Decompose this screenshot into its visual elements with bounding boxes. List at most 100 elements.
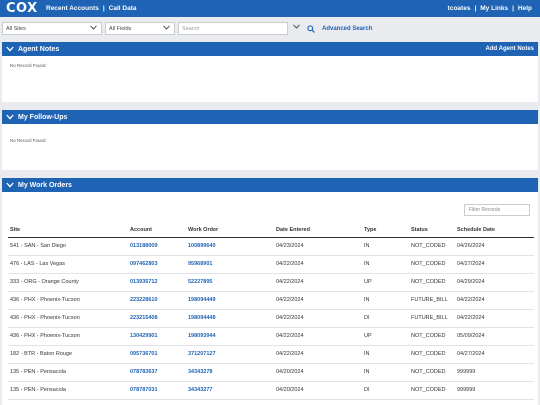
table-row[interactable]: 436 - PHX - Phoenix-Tucson 130429901 19809…	[8, 327, 534, 346]
work-order-link[interactable]: 371207127	[186, 345, 274, 364]
field-select[interactable]: All Fields	[105, 22, 175, 35]
table-row[interactable]: 333 - ORG - Orange County 013935712 522278…	[8, 273, 534, 292]
filter-records-input[interactable]: Filter Records	[464, 204, 530, 216]
work-order-link[interactable]: 95968901	[186, 255, 274, 274]
work-order-link[interactable]: 34343278	[186, 363, 274, 382]
table-row[interactable]: 476 - LAS - Las Vegas 097462803 95968901 04…	[8, 255, 534, 274]
search-placeholder: Search	[182, 25, 200, 32]
account-link[interactable]: 013188009	[128, 237, 186, 256]
work-order-link[interactable]: 198094448	[186, 309, 274, 328]
date-entered-cell: 04/22/2024	[274, 255, 362, 274]
work-order-link[interactable]: 198093944	[186, 327, 274, 346]
work-order-link[interactable]: 198094449	[186, 291, 274, 310]
search-icon	[307, 20, 315, 38]
table-row[interactable]: 436 - PHX - Phoenix-Tucson 223228610 19809…	[8, 291, 534, 310]
schedule-date-cell: 04/26/2024	[455, 237, 534, 256]
type-cell: IN	[362, 291, 409, 310]
schedule-date-cell: 999999	[455, 381, 534, 400]
type-cell: DI	[362, 309, 409, 328]
advanced-search-link[interactable]: Advanced Search	[322, 26, 372, 32]
schedule-date-cell: 999999	[455, 363, 534, 382]
date-entered-cell: 04/22/2024	[274, 327, 362, 346]
status-cell: NOT_CODED	[409, 273, 455, 292]
chevron-down-icon[interactable]	[6, 45, 14, 53]
schedule-date-cell: 04/27/2024	[455, 345, 534, 364]
account-link[interactable]: 078783637	[128, 363, 186, 382]
help-link[interactable]: Help	[518, 5, 532, 12]
status-cell: NOT_CODED	[409, 255, 455, 274]
work-orders-table: Site Account Work Order Date Entered Typ…	[8, 224, 534, 400]
account-link[interactable]: 223215408	[128, 309, 186, 328]
status-cell: NOT_CODED	[409, 327, 455, 346]
schedule-date-cell: 04/27/2024	[455, 255, 534, 274]
work-order-link[interactable]: 52227895	[186, 273, 274, 292]
top-nav: Recent Accounts | Call Data	[46, 5, 137, 12]
follow-ups-panel: My Follow-Ups No Record Found	[2, 110, 538, 170]
chevron-down-icon	[163, 25, 170, 32]
follow-ups-empty-text: No Record Found	[10, 138, 46, 143]
site-select-value: All Sites	[6, 25, 26, 32]
site-select[interactable]: All Sites	[2, 22, 102, 35]
cox-logo[interactable]: COX	[6, 1, 40, 16]
work-orders-panel: My Work Orders Filter Records Site Accou…	[2, 178, 538, 405]
search-input[interactable]: Search	[178, 22, 288, 35]
nav-call-data[interactable]: Call Data	[109, 5, 137, 12]
account-link[interactable]: 013935712	[128, 273, 186, 292]
nav-separator: |	[512, 5, 514, 12]
work-orders-header[interactable]: My Work Orders	[2, 178, 538, 192]
type-cell: UP	[362, 327, 409, 346]
agent-notes-empty-text: No Record Found	[10, 63, 46, 68]
my-links-link[interactable]: My Links	[480, 5, 508, 12]
account-link[interactable]: 130429901	[128, 327, 186, 346]
account-link[interactable]: 223228610	[128, 291, 186, 310]
schedule-date-cell: 04/29/2024	[455, 273, 534, 292]
column-header-date-entered[interactable]: Date Entered	[274, 224, 362, 238]
column-header-site[interactable]: Site	[8, 224, 128, 238]
follow-ups-header[interactable]: My Follow-Ups	[2, 110, 538, 124]
column-header-work-order[interactable]: Work Order	[186, 224, 274, 238]
search-button[interactable]	[305, 23, 317, 35]
table-header-row: Site Account Work Order Date Entered Typ…	[8, 224, 534, 238]
column-header-account[interactable]: Account	[128, 224, 186, 238]
agent-notes-title: Agent Notes	[18, 45, 60, 53]
agent-notes-header[interactable]: Agent Notes Add Agent Notes	[2, 42, 538, 56]
work-order-link[interactable]: 34343277	[186, 381, 274, 400]
account-link[interactable]: 097462803	[128, 255, 186, 274]
schedule-date-cell: 05/09/2024	[455, 327, 534, 346]
date-entered-cell: 04/20/2024	[274, 381, 362, 400]
column-header-status[interactable]: Status	[409, 224, 455, 238]
date-entered-cell: 04/22/2024	[274, 309, 362, 328]
table-row[interactable]: 135 - PEN - Pensacola 078783637 34343278 04…	[8, 363, 534, 382]
chevron-down-icon	[293, 24, 300, 31]
site-cell: 436 - PHX - Phoenix-Tucson	[8, 309, 128, 328]
date-entered-cell: 04/22/2024	[274, 291, 362, 310]
account-link[interactable]: 078787031	[128, 381, 186, 400]
add-agent-notes-button[interactable]: Add Agent Notes	[486, 46, 534, 52]
table-row[interactable]: 541 - SAN - San Diego 013188009 100899640 0…	[8, 237, 534, 256]
date-entered-cell: 04/20/2024	[274, 363, 362, 382]
work-order-link[interactable]: 100899640	[186, 237, 274, 256]
status-cell: NOT_CODED	[409, 345, 455, 364]
filter-records-placeholder: Filter Records	[469, 207, 501, 213]
table-row[interactable]: 436 - PHX - Phoenix-Tucson 223215408 19809…	[8, 309, 534, 328]
chevron-down-icon[interactable]	[6, 181, 14, 189]
account-link[interactable]: 095736701	[128, 345, 186, 364]
site-cell: 436 - PHX - Phoenix-Tucson	[8, 327, 128, 346]
user-name-link[interactable]: tcoates	[448, 5, 471, 12]
date-entered-cell: 04/22/2024	[274, 345, 362, 364]
search-type-dropdown[interactable]	[290, 22, 302, 35]
chevron-down-icon	[90, 25, 97, 32]
table-row[interactable]: 182 - BTR - Baton Rouge 095736701 37120712…	[8, 345, 534, 364]
nav-recent-accounts[interactable]: Recent Accounts	[46, 5, 99, 12]
status-cell: FUTURE_BILL	[409, 309, 455, 328]
work-orders-title: My Work Orders	[18, 181, 72, 189]
column-header-type[interactable]: Type	[362, 224, 409, 238]
column-header-schedule-date[interactable]: Schedule Date	[455, 224, 534, 238]
chevron-down-icon[interactable]	[6, 113, 14, 121]
site-cell: 476 - LAS - Las Vegas	[8, 255, 128, 274]
table-row[interactable]: 135 - PEN - Pensacola 078787031 34343277 04…	[8, 381, 534, 400]
type-cell: UP	[362, 273, 409, 292]
status-cell: FUTURE_BILL	[409, 291, 455, 310]
site-cell: 135 - PEN - Pensacola	[8, 363, 128, 382]
schedule-date-cell: 04/22/2024	[455, 309, 534, 328]
